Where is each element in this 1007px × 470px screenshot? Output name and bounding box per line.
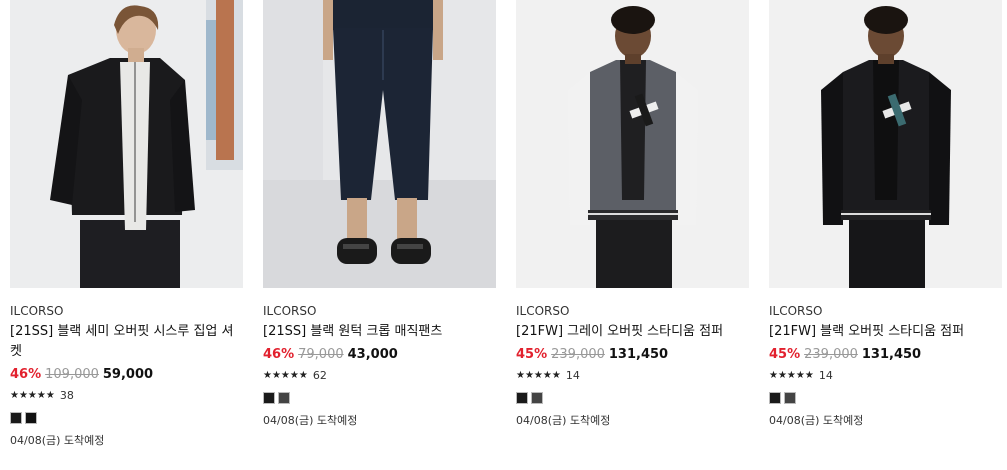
review-count: 14 [565,368,580,382]
color-swatches [769,392,1002,404]
color-swatch[interactable] [10,412,22,424]
delivery-estimate: 04/08(금) 도착예정 [263,414,358,427]
original-price: 239,000 [804,347,858,362]
product-card[interactable]: ILCORSO [21SS] 블랙 세미 오버핏 시스루 집업 셔켓 46% 10… [10,0,243,448]
original-price: 109,000 [45,367,99,382]
product-rating: ★★★★★ 14 [769,368,1002,382]
discount-rate: 46% [10,367,42,382]
star-rating-icon: ★★★★★ [516,369,561,381]
color-swatch[interactable] [263,392,275,404]
product-price: 45% 239,000 131,450 [769,346,1002,364]
product-price: 46% 109,000 59,000 [10,366,243,384]
sale-price: 131,450 [608,347,669,362]
discount-rate: 45% [516,347,548,362]
delivery-estimate: 04/08(금) 도착예정 [516,414,611,427]
product-title[interactable]: [21FW] 블랙 오버핏 스타디움 점퍼 [769,322,999,342]
discount-rate: 45% [769,347,801,362]
star-rating-icon: ★★★★★ [263,369,308,381]
color-swatch[interactable] [784,392,796,404]
color-swatch[interactable] [769,392,781,404]
color-swatch[interactable] [531,392,543,404]
product-title[interactable]: [21FW] 그레이 오버핏 스타디움 점퍼 [516,322,746,342]
product-title[interactable]: [21SS] 블랙 원턱 크롭 매직팬츠 [263,322,493,342]
color-swatch[interactable] [516,392,528,404]
product-card[interactable]: ILCORSO [21FW] 블랙 오버핏 스타디움 점퍼 45% 239,000… [769,0,1002,428]
product-card[interactable]: ILCORSO [21SS] 블랙 원턱 크롭 매직팬츠 46% 79,000 43… [263,0,496,428]
sale-price: 59,000 [102,367,154,382]
sale-price: 131,450 [861,347,922,362]
product-image[interactable] [10,0,243,288]
product-brand[interactable]: ILCORSO [516,304,749,318]
color-swatches [10,412,243,424]
review-count: 38 [59,388,74,402]
product-brand[interactable]: ILCORSO [263,304,496,318]
product-price: 46% 79,000 43,000 [263,346,496,364]
product-brand[interactable]: ILCORSO [769,304,1002,318]
color-swatch[interactable] [25,412,37,424]
product-price: 45% 239,000 131,450 [516,346,749,364]
product-image[interactable] [516,0,749,288]
sale-price: 43,000 [347,347,398,362]
discount-rate: 46% [263,347,295,362]
product-rating: ★★★★★ 38 [10,388,243,402]
star-rating-icon: ★★★★★ [769,369,814,381]
product-title[interactable]: [21SS] 블랙 세미 오버핏 시스루 집업 셔켓 [10,322,240,362]
color-swatches [516,392,749,404]
product-image[interactable] [769,0,1002,288]
original-price: 239,000 [551,347,605,362]
product-grid: ILCORSO [21SS] 블랙 세미 오버핏 시스루 집업 셔켓 46% 10… [0,0,1007,470]
product-brand[interactable]: ILCORSO [10,304,243,318]
review-count: 14 [818,368,833,382]
product-image[interactable] [263,0,496,288]
delivery-estimate: 04/08(금) 도착예정 [769,414,864,427]
color-swatch[interactable] [278,392,290,404]
color-swatches [263,392,496,404]
review-count: 62 [312,368,327,382]
product-rating: ★★★★★ 14 [516,368,749,382]
original-price: 79,000 [298,347,344,362]
star-rating-icon: ★★★★★ [10,389,55,401]
delivery-estimate: 04/08(금) 도착예정 [10,434,105,447]
product-card[interactable]: ILCORSO [21FW] 그레이 오버핏 스타디움 점퍼 45% 239,00… [516,0,749,428]
product-rating: ★★★★★ 62 [263,368,496,382]
